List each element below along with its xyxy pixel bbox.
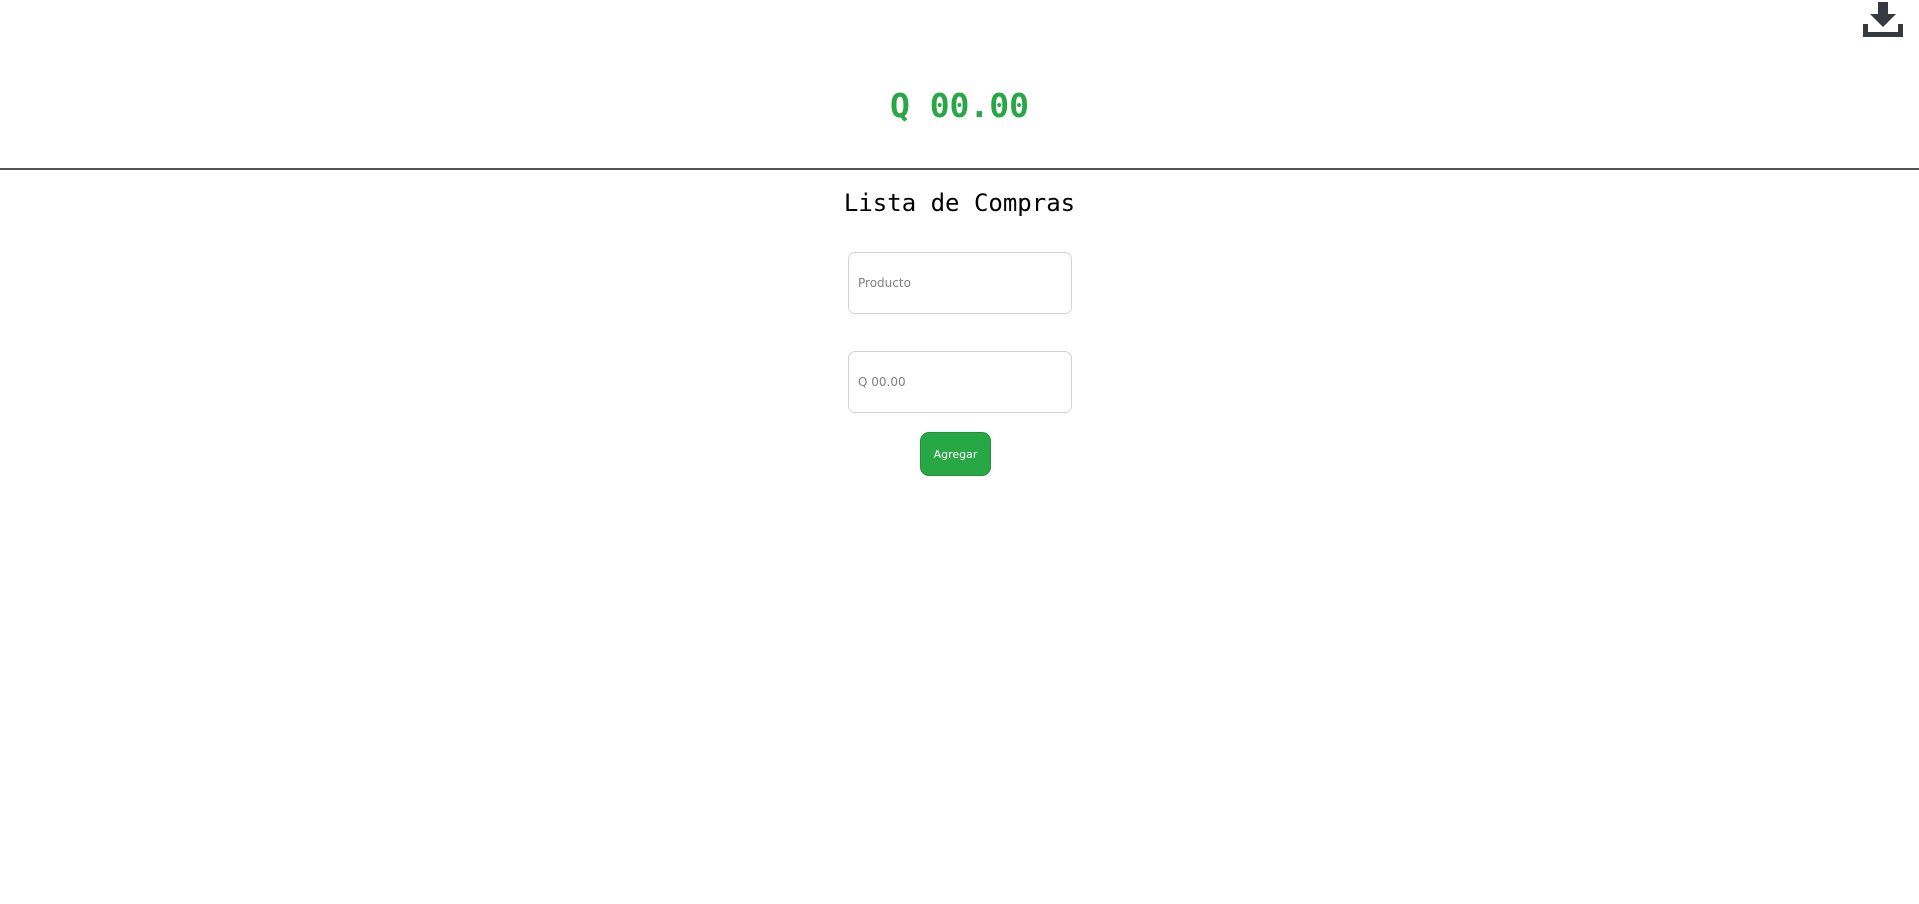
price-input[interactable] xyxy=(848,351,1072,413)
add-button[interactable]: Agregar xyxy=(920,432,991,476)
product-input[interactable] xyxy=(848,252,1072,314)
app-page: Q 00.00 Lista de Compras Agregar xyxy=(0,0,1919,904)
download-icon xyxy=(1863,2,1903,37)
total-amount: Q 00.00 xyxy=(889,86,1030,125)
download-button[interactable] xyxy=(1861,2,1905,38)
header-divider xyxy=(0,168,1919,170)
page-title: Lista de Compras xyxy=(843,189,1076,217)
